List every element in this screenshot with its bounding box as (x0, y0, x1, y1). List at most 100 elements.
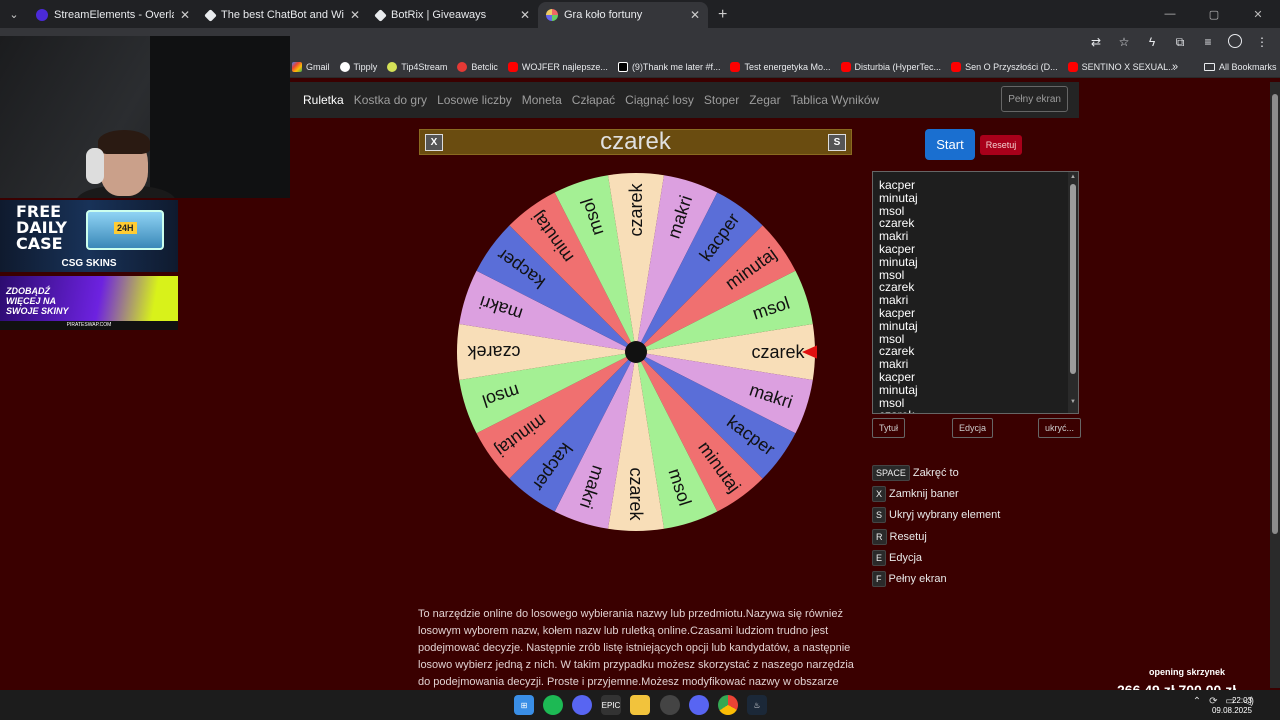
names-list-item: minutaj (879, 382, 918, 397)
shortcut-label: Zakręć to (912, 466, 959, 479)
page-scrollbar[interactable] (1270, 82, 1280, 688)
tip4stream-icon (387, 61, 398, 72)
bookmark-item[interactable]: Tipply (339, 61, 378, 72)
hide-winner-button[interactable]: S (828, 134, 846, 151)
youtube-icon (730, 61, 741, 72)
scrollbar-thumb[interactable] (1070, 184, 1076, 374)
bookmark-item[interactable]: Test energetyka Mo... (730, 61, 831, 72)
profile-icon[interactable] (1228, 34, 1242, 48)
youtube-icon (951, 61, 962, 72)
bookmark-item[interactable]: (9)Thank me later #f... (617, 61, 720, 72)
extensions-puzzle-icon[interactable]: ⧉ (1172, 34, 1188, 50)
close-window-icon[interactable]: ✕ (1236, 0, 1280, 28)
keyboard-shortcuts: SPACE Zakręć to X Zamknij baner S Ukryj wyb… (872, 462, 1000, 590)
wheel-segment-label: czarek (626, 467, 646, 521)
taskbar-clock[interactable]: 22:03 09.08.2025 (1212, 696, 1252, 716)
wheel-segment-label: czarek (751, 342, 805, 362)
bookmark-label: Tipply (353, 61, 378, 72)
app-icon[interactable] (572, 695, 592, 715)
names-scrollbar[interactable]: ▲ ▼ (1068, 172, 1078, 413)
webcam-overlay (0, 36, 290, 198)
tab-close-icon[interactable]: ✕ (180, 8, 190, 22)
browser-tab-bar: ⌄ StreamElements - Overlays ✕ The best C… (0, 0, 1280, 28)
hide-button[interactable]: ukryć... (1038, 418, 1082, 438)
start-button[interactable]: Start (925, 129, 975, 160)
nav-item-losowe-liczby[interactable]: Losowe liczby (437, 93, 512, 107)
fullscreen-button[interactable]: Pełny ekran (1001, 86, 1068, 112)
fortune-wheel[interactable]: czarekmakrikacperminutajmsolczarekmakrik… (455, 171, 817, 533)
browser-tab-active[interactable]: Gra koło fortuny ✕ (538, 2, 708, 28)
close-banner-button[interactable]: X (425, 134, 443, 151)
tab-close-icon[interactable]: ✕ (690, 8, 700, 22)
bookmark-item[interactable]: Betclic (457, 61, 498, 72)
scroll-up-icon[interactable]: ▲ (1070, 174, 1076, 180)
bookmark-star-icon[interactable]: ☆ (1116, 34, 1132, 50)
wheel-container[interactable]: czarek makri kacper minutaj msol czarek makri k… (455, 171, 817, 533)
names-textarea[interactable]: kacper minutaj msol czarek makri kacper minuta… (872, 171, 1079, 414)
names-list-item: kacper (879, 369, 916, 384)
translate-icon[interactable]: ⇄ (1088, 34, 1104, 50)
all-bookmarks[interactable]: All Bookmarks (1204, 62, 1277, 72)
shortcut-key: R (872, 528, 887, 545)
nav-item-kostka[interactable]: Kostka do gry (354, 93, 427, 107)
epic-games-icon[interactable]: EPIC (601, 695, 621, 715)
tiktok-icon (617, 61, 628, 72)
edit-button[interactable]: Edycja (952, 418, 994, 438)
nav-item-czlapac[interactable]: Człapać (572, 93, 615, 107)
title-button[interactable]: Tytuł (872, 418, 906, 438)
shortcut-row: R Resetuj (872, 526, 1000, 547)
tab-title: BotRix | Giveaways (391, 9, 487, 21)
ad-headline: FREE DAILY CASE (16, 202, 67, 253)
tray-overflow-icon[interactable]: ⌃ (1193, 696, 1201, 707)
shortcut-label: Edycja (889, 551, 923, 564)
minimize-icon[interactable]: — (1148, 0, 1192, 28)
bookmark-item[interactable]: Tip4Stream (387, 61, 447, 72)
file-explorer-icon[interactable] (630, 695, 650, 715)
bookmark-item[interactable]: Sen O Przyszłości (D... (951, 61, 1058, 72)
ad-headline: ZDOBĄDŹ WIĘCEJ NA SWOJE SKINY (6, 286, 69, 316)
obs-icon[interactable] (660, 695, 680, 715)
browser-tab[interactable]: StreamElements - Overlays ✕ (28, 2, 198, 28)
tab-search-icon[interactable]: ⌄ (0, 0, 28, 28)
browser-tab[interactable]: The best ChatBot and Widgets ✕ (198, 2, 368, 28)
names-list-item: czarek (879, 409, 918, 413)
nav-item-ciagnac-losy[interactable]: Ciągnąć losy (625, 93, 694, 107)
nav-item-ruletka[interactable]: Ruletka (303, 93, 344, 107)
windows-taskbar: ⊞ EPIC ♨ ⌃ ⟳ ▭ ◁) (0, 690, 1280, 720)
more-bookmarks-icon[interactable]: » (1172, 61, 1178, 73)
nav-item-tablica-wynikow[interactable]: Tablica Wyników (791, 93, 880, 107)
shortcut-row: E Edycja (872, 547, 1000, 568)
bookmark-item[interactable]: Disturbia (HyperTec... (840, 61, 941, 72)
windows-start-icon[interactable]: ⊞ (514, 695, 534, 715)
shortcut-key: X (872, 485, 887, 502)
chatbot-icon (204, 8, 217, 22)
nav-item-moneta[interactable]: Moneta (522, 93, 562, 107)
nav-item-zegar[interactable]: Zegar (749, 93, 780, 107)
spotify-icon[interactable] (543, 695, 563, 715)
shortcut-row: X Zamknij baner (872, 483, 1000, 504)
wheel-hub[interactable] (625, 341, 647, 363)
nav-item-stoper[interactable]: Stoper (704, 93, 739, 107)
shortcut-row: SPACE Zakręć to (872, 462, 1000, 483)
shortcut-row: F Pełny ekran (872, 568, 1000, 589)
screen: ⌄ StreamElements - Overlays ✕ The best C… (0, 0, 1280, 720)
browser-tab[interactable]: BotRix | Giveaways ✕ (368, 2, 538, 28)
extension-icon[interactable]: ϟ (1144, 34, 1160, 50)
restore-icon[interactable]: ▢ (1192, 0, 1236, 28)
media-icon[interactable]: ≡ (1200, 34, 1216, 50)
stream-goal-label: opening skrzynek (1149, 667, 1226, 677)
chrome-icon[interactable] (718, 695, 738, 715)
reset-button[interactable]: Resetuj (980, 135, 1022, 155)
menu-icon[interactable]: ⋮ (1254, 34, 1270, 50)
streamelements-icon (36, 9, 48, 21)
bookmark-item[interactable]: SENTINO X SEXUAL... (1067, 61, 1176, 72)
discord-icon[interactable] (689, 695, 709, 715)
bookmark-item[interactable]: WOJFER najlepsze... (507, 61, 608, 72)
tab-close-icon[interactable]: ✕ (520, 8, 530, 22)
new-tab-icon[interactable]: + (708, 2, 737, 28)
bookmark-item[interactable]: Gmail (292, 61, 330, 72)
steam-icon[interactable]: ♨ (747, 695, 767, 715)
tab-close-icon[interactable]: ✕ (350, 8, 360, 22)
page-scrollbar-thumb[interactable] (1272, 94, 1278, 534)
scroll-down-icon[interactable]: ▼ (1070, 399, 1076, 405)
